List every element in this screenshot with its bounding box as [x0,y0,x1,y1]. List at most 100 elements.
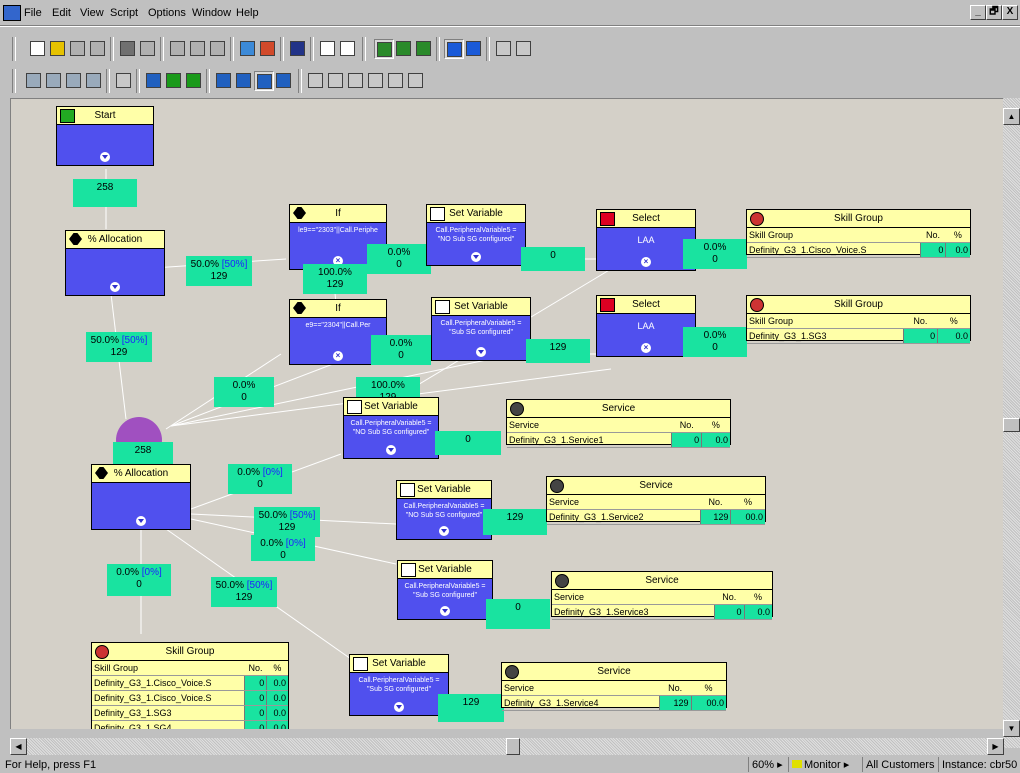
set-variable-node-5[interactable]: Set Variable Call.PeripheralVariable5 = … [397,560,493,620]
browse-mode-icon[interactable] [394,39,412,57]
find-icon[interactable] [238,39,256,57]
print-preview-icon[interactable] [138,39,156,57]
open-icon[interactable] [48,39,66,57]
menu-window[interactable]: Window [192,7,231,19]
skill-group-table-2[interactable]: Skill Group Skill Group No.% Definity_G3_… [746,295,971,344]
close-button[interactable]: X [1002,5,1018,20]
scroll-down-icon[interactable]: ▼ [1003,720,1020,737]
chevron-down-icon[interactable] [136,516,146,526]
chevron-down-icon[interactable] [110,282,120,292]
align-right-icon[interactable] [326,71,344,89]
new-icon[interactable] [28,39,46,57]
zoom-in-icon[interactable] [44,71,62,89]
align-middle-icon[interactable] [366,71,384,89]
redo-icon[interactable] [514,39,532,57]
chevron-down-icon[interactable] [439,526,449,536]
check-all-icon[interactable] [184,71,202,89]
grid-icon[interactable] [114,71,132,89]
line-icon[interactable] [144,71,162,89]
menu-view[interactable]: View [80,7,104,19]
menu-options[interactable]: Options [148,7,186,19]
set-variable-node-3[interactable]: Set Variable Call.PeripheralVariable5 = … [343,397,439,459]
align-bottom-icon[interactable] [406,71,424,89]
restore-button[interactable]: 🗗 [986,5,1002,20]
edit-mode-icon[interactable] [414,39,432,57]
service-table-1[interactable]: Service Service No.% Definity_G3_1.Servic… [506,399,731,448]
script-canvas[interactable]: Start 258 % Allocation 50.0% [50%] 129 50… [10,98,1004,729]
cut-icon[interactable] [168,39,186,57]
allocation-node-2[interactable]: % Allocation [91,464,191,530]
connect-icon[interactable] [464,39,482,57]
vertical-scrollbar[interactable]: ▲ ▼ [1003,98,1020,748]
horizontal-scroll-thumb[interactable] [506,738,520,755]
menu-script[interactable]: Script [110,7,138,19]
menu-file[interactable]: File [24,7,42,19]
chevron-down-icon[interactable] [394,702,404,712]
start-node[interactable]: Start [56,106,154,166]
set-variable-node-4[interactable]: Set Variable Call.PeripheralVariable5 = … [396,480,492,540]
chevron-down-icon[interactable] [440,606,450,616]
service-table-4[interactable]: Service Service No.% Definity_G3_1.Servic… [501,662,727,711]
zoom-select-icon[interactable] [84,71,102,89]
chevron-down-icon[interactable] [100,152,110,162]
customer-filter[interactable]: All Customers [862,757,937,772]
check-icon[interactable] [164,71,182,89]
zoom-level[interactable]: 60% ▸ [748,757,786,772]
service-table-3[interactable]: Service Service No.% Definity_G3_1.Servic… [551,571,773,620]
minimize-button[interactable]: _ [970,5,986,20]
validate-icon[interactable] [258,39,276,57]
monitor-mode-icon[interactable] [374,39,394,59]
table-row[interactable]: Definity_G3_1.SG4 0 0.0 [92,720,288,729]
set-variable-node-1[interactable]: Set Variable Call.PeripheralVariable5 = … [426,204,526,266]
service-table-2[interactable]: Service Service No.% Definity_G3_1.Servic… [546,476,766,525]
copy-icon[interactable] [188,39,206,57]
table-row[interactable]: Definity_G3_1.Service1 0 0.0 [507,432,730,448]
print-icon[interactable] [118,39,136,57]
horizontal-scrollbar[interactable]: ◀ ▶ [10,738,1004,755]
close-icon[interactable]: × [641,257,651,267]
chevron-down-icon[interactable] [471,252,481,262]
align-tree3-icon[interactable] [254,71,274,91]
scroll-right-icon[interactable]: ▶ [987,738,1004,755]
properties-icon[interactable] [288,39,306,57]
paste-icon[interactable] [208,39,226,57]
table-row[interactable]: Definity_G3_1.Cisco_Voice.S 0 0.0 [92,675,288,691]
help-icon[interactable] [318,39,336,57]
skill-group-table-1[interactable]: Skill Group Skill Group No.% Definity_G3_… [746,209,971,258]
menu-help[interactable]: Help [236,7,259,19]
align-tree4-icon[interactable] [274,71,292,89]
save-icon[interactable] [68,39,86,57]
chevron-down-icon[interactable] [386,445,396,455]
zoom-out-icon[interactable] [64,71,82,89]
table-row[interactable]: Definity_G3_1.Cisco_Voice.S 0 0.0 [92,690,288,706]
zoom-fit-icon[interactable] [24,71,42,89]
table-row[interactable]: Definity_G3_1.SG3 0 0.0 [92,705,288,721]
table-row[interactable]: Definity_G3_1.Cisco_Voice.S 0 0.0 [747,242,970,258]
quick-edit-icon[interactable] [444,39,464,59]
menu-edit[interactable]: Edit [52,7,71,19]
scroll-up-icon[interactable]: ▲ [1003,108,1020,125]
monitor-status[interactable]: Monitor ▸ [788,757,852,772]
align-left-icon[interactable] [306,71,324,89]
vertical-scroll-thumb[interactable] [1003,418,1020,432]
set-variable-node-6[interactable]: Set Variable Call.PeripheralVariable5 = … [349,654,449,716]
skill-group-table-3[interactable]: Skill Group Skill Group No.% Definity_G3_… [91,642,289,729]
table-row[interactable]: Definity_G3_1.Service3 0 0.0 [552,604,772,620]
close-icon[interactable]: × [641,343,651,353]
table-row[interactable]: Definity_G3_1.Service2 129 00.0 [547,509,765,525]
align-top-icon[interactable] [386,71,404,89]
select-node-2[interactable]: Select LAA × [596,295,696,357]
close-icon[interactable]: × [333,351,343,361]
undo-icon[interactable] [494,39,512,57]
align-tree2-icon[interactable] [234,71,252,89]
set-variable-node-2[interactable]: Set Variable Call.PeripheralVariable5 = … [431,297,531,361]
app-icon[interactable] [3,5,21,21]
select-node-1[interactable]: Select LAA × [596,209,696,271]
align-center-icon[interactable] [346,71,364,89]
scroll-left-icon[interactable]: ◀ [10,738,27,755]
table-row[interactable]: Definity_G3_1.SG3 0 0.0 [747,328,970,344]
revert-icon[interactable] [88,39,106,57]
align-tree-icon[interactable] [214,71,232,89]
chevron-down-icon[interactable] [476,347,486,357]
table-row[interactable]: Definity_G3_1.Service4 129 00.0 [502,695,726,711]
